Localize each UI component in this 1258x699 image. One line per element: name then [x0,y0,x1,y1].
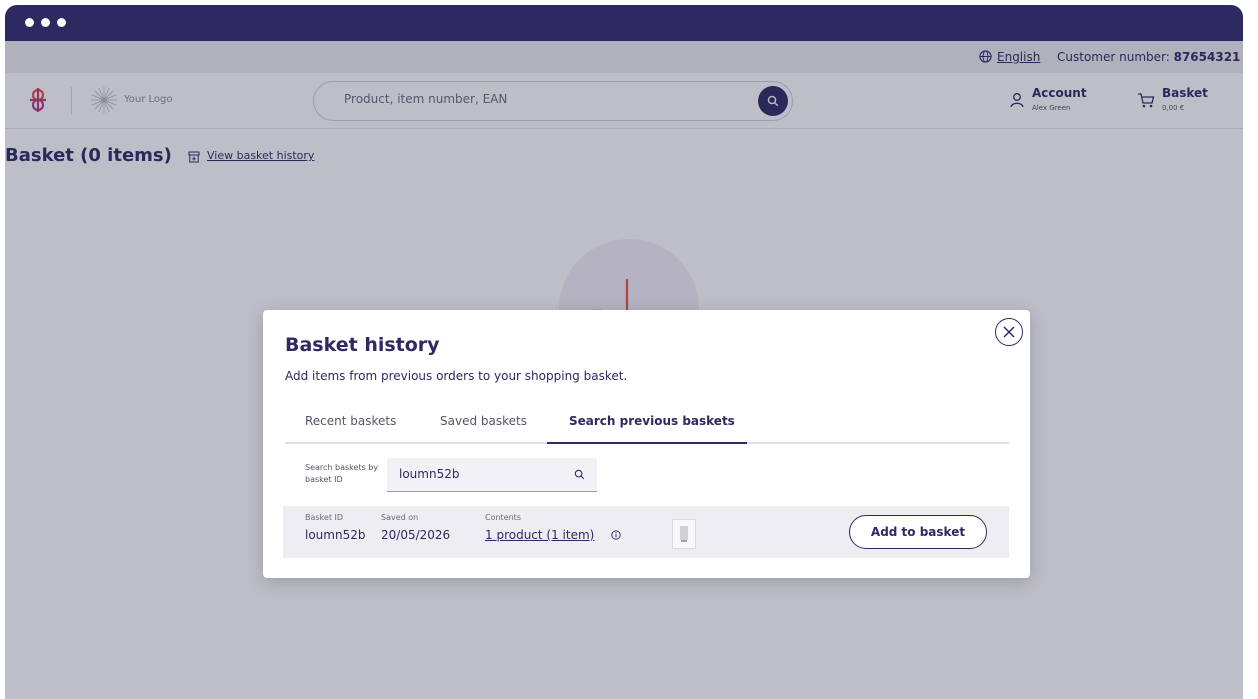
basket-id-search-input[interactable] [399,467,559,481]
info-icon[interactable] [611,530,621,540]
basket-id-label: Basket ID [305,513,344,522]
basket-result-row: Basket ID loumn52b Saved on 20/05/2026 C… [283,506,1009,558]
search-icon[interactable] [574,469,585,480]
window-control-dot[interactable] [25,18,34,27]
active-tab-indicator [547,442,747,444]
window-control-dot[interactable] [57,18,66,27]
basket-id-value: loumn52b [305,528,366,542]
page: English Customer number: 87654321 Your L… [5,41,1243,699]
product-image-icon [680,526,688,542]
window-titlebar [5,5,1243,41]
contents-label: Contents [485,513,521,522]
basket-id-search-field[interactable] [387,458,597,492]
window-control-dot[interactable] [41,18,50,27]
close-dialog-button[interactable] [995,318,1023,346]
browser-window: English Customer number: 87654321 Your L… [5,5,1243,699]
tab-search-previous-baskets[interactable]: Search previous baskets [569,414,735,428]
basket-history-tabs: Recent baskets Saved baskets Search prev… [285,402,1009,444]
contents-link[interactable]: 1 product (1 item) [485,528,594,542]
tab-recent-baskets[interactable]: Recent baskets [305,414,396,428]
close-icon [1003,326,1015,338]
product-thumbnail [672,519,696,549]
basket-search-label: Search baskets by basket ID [305,463,379,484]
saved-on-value: 20/05/2026 [381,528,451,542]
add-to-basket-button[interactable]: Add to basket [849,515,987,549]
dialog-subtitle: Add items from previous orders to your s… [285,369,628,383]
saved-on-label: Saved on [381,513,419,522]
basket-history-dialog: Basket history Add items from previous o… [263,310,1030,578]
dialog-title: Basket history [285,334,440,356]
tab-saved-baskets[interactable]: Saved baskets [440,414,527,428]
